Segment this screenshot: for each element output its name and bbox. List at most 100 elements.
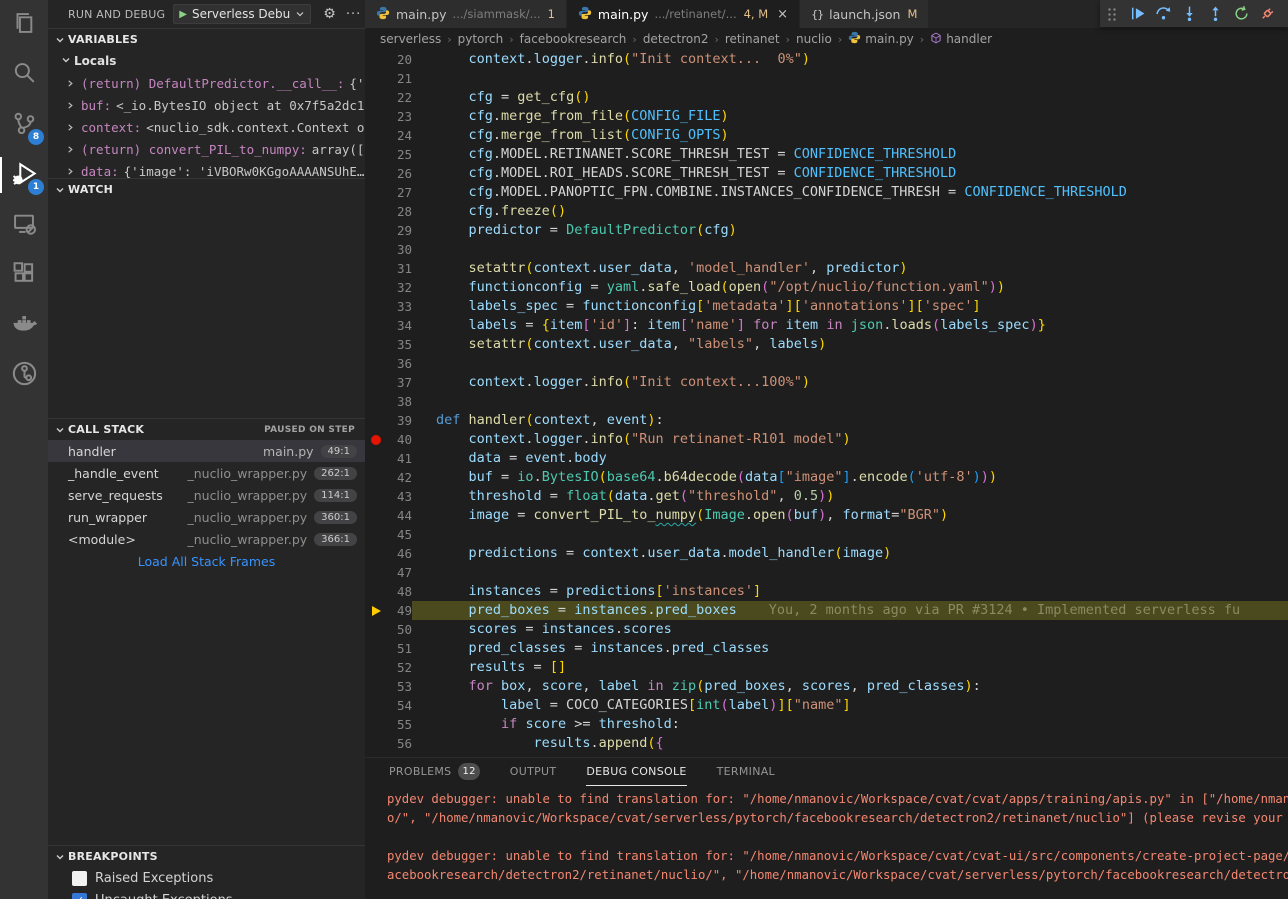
code-text[interactable] bbox=[412, 525, 1288, 544]
gutter-glyph-margin[interactable] bbox=[365, 278, 387, 297]
gutter-glyph-margin[interactable] bbox=[365, 145, 387, 164]
code-text[interactable]: label = COCO_CATEGORIES[int(label)]["nam… bbox=[412, 696, 1288, 715]
breadcrumb-item-facebookresearch[interactable]: facebookresearch bbox=[520, 32, 627, 46]
stack-frame[interactable]: _handle_event_nuclio_wrapper.py262:1 bbox=[48, 462, 365, 484]
gutter-glyph-margin[interactable] bbox=[365, 715, 387, 734]
step-out-button[interactable] bbox=[1202, 2, 1228, 26]
sidebar-item-explorer[interactable] bbox=[0, 0, 48, 50]
debug-console-output[interactable]: pydev debugger: unable to find translati… bbox=[365, 786, 1288, 885]
gutter-glyph-margin[interactable] bbox=[365, 639, 387, 658]
code-text[interactable]: for box, score, label in zip(pred_boxes,… bbox=[412, 677, 1288, 696]
stack-frame[interactable]: serve_requests_nuclio_wrapper.py114:1 bbox=[48, 484, 365, 506]
gutter-glyph-margin[interactable] bbox=[365, 601, 387, 620]
gutter-glyph-margin[interactable] bbox=[365, 563, 387, 582]
code-text[interactable] bbox=[412, 240, 1288, 259]
load-all-stack-frames-link[interactable]: Load All Stack Frames bbox=[48, 550, 365, 572]
breakpoints-header[interactable]: BREAKPOINTS bbox=[48, 845, 365, 867]
disconnect-button[interactable] bbox=[1254, 2, 1280, 26]
gutter-glyph-margin[interactable] bbox=[365, 335, 387, 354]
stack-frame[interactable]: <module>_nuclio_wrapper.py366:1 bbox=[48, 528, 365, 550]
breadcrumb-item-pytorch[interactable]: pytorch bbox=[458, 32, 504, 46]
breakpoint-row[interactable]: ✓Uncaught Exceptions bbox=[48, 889, 365, 899]
code-text[interactable]: pred_classes = instances.pred_classes bbox=[412, 639, 1288, 658]
gutter-glyph-margin[interactable] bbox=[365, 126, 387, 145]
breadcrumb-item-serverless[interactable]: serverless bbox=[380, 32, 441, 46]
more-actions-icon[interactable]: ··· bbox=[346, 7, 361, 22]
gutter-glyph-margin[interactable] bbox=[365, 50, 387, 69]
variable-row[interactable]: context:<nuclio_sdk.context.Context obje… bbox=[48, 116, 365, 138]
gutter-glyph-margin[interactable] bbox=[365, 411, 387, 430]
gutter-glyph-margin[interactable] bbox=[365, 259, 387, 278]
launch-config-dropdown[interactable]: ▶ Serverless Debu bbox=[173, 4, 311, 24]
code-text[interactable]: cfg.MODEL.ROI_HEADS.SCORE_THRESH_TEST = … bbox=[412, 164, 1288, 183]
close-icon[interactable]: × bbox=[777, 7, 788, 22]
code-text[interactable]: context.logger.info("Run retinanet-R101 … bbox=[412, 430, 1288, 449]
watch-header[interactable]: WATCH bbox=[48, 178, 365, 200]
code-editor[interactable]: 20 context.logger.info("Init context... … bbox=[365, 50, 1288, 757]
gutter-glyph-margin[interactable] bbox=[365, 183, 387, 202]
code-text[interactable]: context.logger.info("Init context...100%… bbox=[412, 373, 1288, 392]
variable-row[interactable]: buf:<_io.BytesIO object at 0x7f5a2dc1ecc… bbox=[48, 94, 365, 116]
code-text[interactable]: cfg.merge_from_list(CONFIG_OPTS) bbox=[412, 126, 1288, 145]
stack-frame[interactable]: handlermain.py49:1 bbox=[48, 440, 365, 462]
code-text[interactable]: results.append({ bbox=[412, 734, 1288, 753]
gutter-glyph-margin[interactable] bbox=[365, 506, 387, 525]
gutter-glyph-margin[interactable] bbox=[365, 354, 387, 373]
gear-icon[interactable]: ⚙ bbox=[323, 6, 336, 22]
code-text[interactable]: predictor = DefaultPredictor(cfg) bbox=[412, 221, 1288, 240]
variables-scope-locals[interactable]: Locals bbox=[48, 50, 365, 72]
tab-debug-console[interactable]: DEBUG CONSOLE bbox=[586, 758, 686, 786]
tab-main-py-retinanet[interactable]: main.py .../retinanet/... 4, M × bbox=[567, 0, 799, 28]
tab-terminal[interactable]: TERMINAL bbox=[717, 758, 775, 786]
code-text[interactable]: labels_spec = functionconfig['metadata']… bbox=[412, 297, 1288, 316]
tab-output[interactable]: OUTPUT bbox=[510, 758, 557, 786]
gutter-glyph-margin[interactable] bbox=[365, 316, 387, 335]
gutter-glyph-margin[interactable] bbox=[365, 468, 387, 487]
sidebar-item-run-and-debug[interactable]: 1 bbox=[0, 150, 48, 200]
sidebar-item-docker[interactable] bbox=[0, 300, 48, 350]
breadcrumb-item-handler[interactable]: handler bbox=[930, 32, 992, 47]
code-text[interactable]: image = convert_PIL_to_numpy(Image.open(… bbox=[412, 506, 1288, 525]
code-text[interactable]: cfg.freeze() bbox=[412, 202, 1288, 221]
code-text[interactable] bbox=[412, 354, 1288, 373]
gutter-glyph-margin[interactable] bbox=[365, 734, 387, 753]
gutter-glyph-margin[interactable] bbox=[365, 240, 387, 259]
sidebar-item-search[interactable] bbox=[0, 50, 48, 100]
code-text[interactable]: predictions = context.user_data.model_ha… bbox=[412, 544, 1288, 563]
breakpoint-icon[interactable] bbox=[371, 435, 381, 445]
code-text[interactable]: cfg.merge_from_file(CONFIG_FILE) bbox=[412, 107, 1288, 126]
code-text[interactable]: cfg.MODEL.RETINANET.SCORE_THRESH_TEST = … bbox=[412, 145, 1288, 164]
code-text[interactable]: labels = {item['id']: item['name'] for i… bbox=[412, 316, 1288, 335]
gutter-glyph-margin[interactable] bbox=[365, 297, 387, 316]
gutter-glyph-margin[interactable] bbox=[365, 582, 387, 601]
gutter-glyph-margin[interactable] bbox=[365, 164, 387, 183]
checkbox[interactable]: ✓ bbox=[72, 893, 87, 899]
code-text[interactable]: context.logger.info("Init context... 0%"… bbox=[412, 50, 1288, 69]
code-text[interactable]: setattr(context.user_data, "labels", lab… bbox=[412, 335, 1288, 354]
code-text[interactable]: cfg = get_cfg() bbox=[412, 88, 1288, 107]
variable-row[interactable]: data:{'image': 'iVBORw0KGgoAAAANSUhE… 55 bbox=[48, 160, 365, 178]
code-text[interactable]: setattr(context.user_data, 'model_handle… bbox=[412, 259, 1288, 278]
call-stack-header[interactable]: CALL STACK PAUSED ON STEP bbox=[48, 418, 365, 440]
gutter-glyph-margin[interactable] bbox=[365, 525, 387, 544]
gutter-glyph-margin[interactable] bbox=[365, 449, 387, 468]
variable-row[interactable]: (return) convert_PIL_to_numpy:array([[[ … bbox=[48, 138, 365, 160]
tab-launch-json[interactable]: { } launch.json M bbox=[800, 0, 928, 28]
code-text[interactable]: cfg.MODEL.PANOPTIC_FPN.COMBINE.INSTANCES… bbox=[412, 183, 1288, 202]
tab-problems[interactable]: PROBLEMS 12 bbox=[389, 758, 480, 786]
gutter-glyph-margin[interactable] bbox=[365, 392, 387, 411]
gutter-glyph-margin[interactable] bbox=[365, 487, 387, 506]
sidebar-item-gitlens[interactable] bbox=[0, 350, 48, 400]
code-text[interactable]: buf = io.BytesIO(base64.b64decode(data["… bbox=[412, 468, 1288, 487]
step-over-button[interactable] bbox=[1150, 2, 1176, 26]
gutter-glyph-margin[interactable] bbox=[365, 88, 387, 107]
breakpoint-row[interactable]: Raised Exceptions bbox=[48, 867, 365, 889]
code-text[interactable]: instances = predictions['instances'] bbox=[412, 582, 1288, 601]
code-text[interactable] bbox=[412, 392, 1288, 411]
breadcrumb-item-main-py[interactable]: main.py bbox=[848, 31, 914, 47]
gutter-glyph-margin[interactable] bbox=[365, 430, 387, 449]
code-text[interactable]: def handler(context, event): bbox=[412, 411, 1288, 430]
restart-button[interactable] bbox=[1228, 2, 1254, 26]
drag-handle-icon[interactable] bbox=[1107, 7, 1117, 21]
gutter-glyph-margin[interactable] bbox=[365, 202, 387, 221]
